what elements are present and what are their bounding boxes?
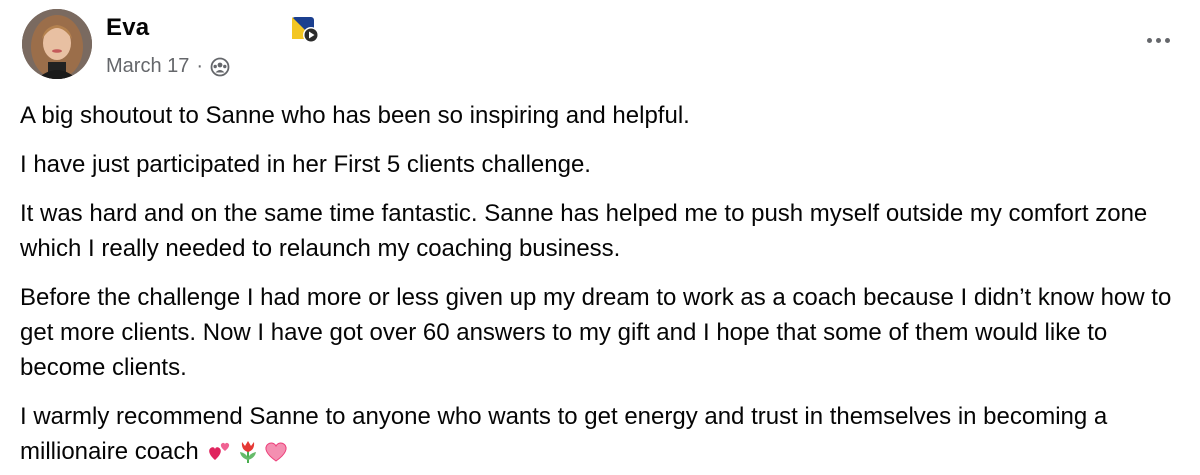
tulip-icon bbox=[240, 441, 257, 463]
meta-separator: · bbox=[196, 55, 204, 77]
more-dot-icon bbox=[1146, 37, 1152, 43]
post-paragraph-last: I warmly recommend Sanne to anyone who w… bbox=[20, 399, 1185, 469]
post-date[interactable]: March 17 bbox=[106, 55, 189, 78]
more-dot-icon bbox=[1155, 37, 1161, 43]
post-paragraph: I have just participated in her First 5 … bbox=[20, 151, 591, 178]
two-hearts-icon bbox=[209, 442, 230, 460]
more-dot-icon bbox=[1164, 37, 1170, 43]
author-avatar[interactable] bbox=[22, 9, 92, 79]
post-paragraph: I warmly recommend Sanne to anyone who w… bbox=[20, 403, 1108, 465]
post-body: A big shoutout to Sanne who has been so … bbox=[20, 98, 1185, 475]
group-audience-icon[interactable] bbox=[210, 57, 230, 77]
more-options-button[interactable] bbox=[1138, 26, 1178, 54]
post-card: Eva March 17 · A big shoutout to Sanne w… bbox=[0, 0, 1200, 475]
post-paragraph: A big shoutout to Sanne who has been so … bbox=[20, 102, 690, 129]
post-meta: March 17 · bbox=[106, 55, 230, 78]
post-paragraph: Before the challenge I had more or less … bbox=[20, 284, 1172, 381]
pink-heart-icon bbox=[265, 442, 287, 462]
group-badge-icon[interactable] bbox=[291, 15, 321, 45]
avatar-photo bbox=[22, 9, 92, 79]
author-name[interactable]: Eva bbox=[106, 14, 149, 42]
post-paragraph: It was hard and on the same time fantast… bbox=[20, 200, 1148, 262]
